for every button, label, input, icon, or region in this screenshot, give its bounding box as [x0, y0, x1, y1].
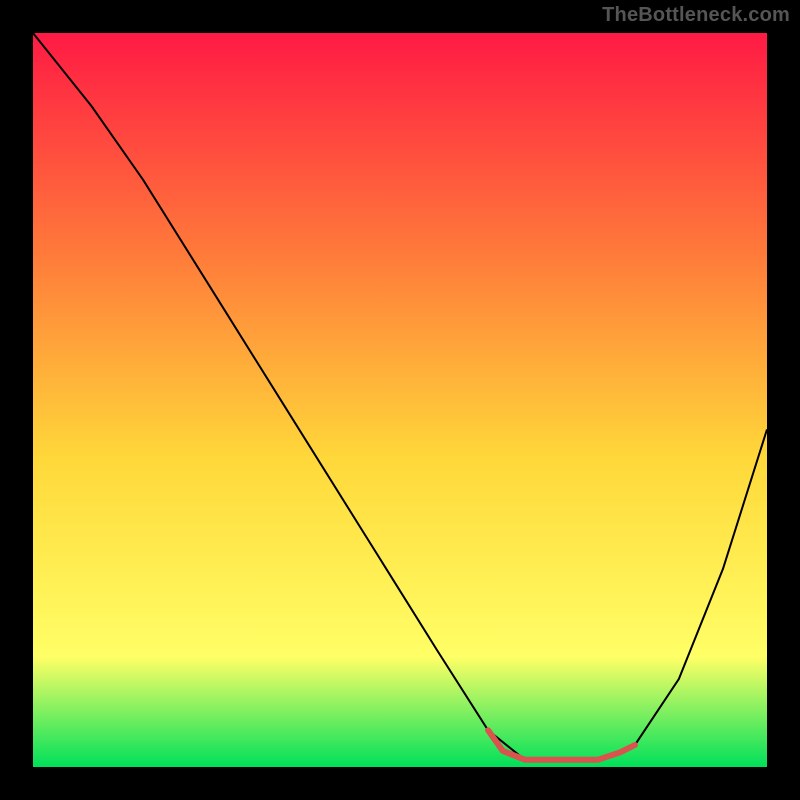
watermark-text: TheBottleneck.com: [602, 4, 790, 27]
plot-area: [33, 33, 767, 767]
chart-svg: [33, 33, 767, 767]
gradient-background: [33, 33, 767, 767]
chart-frame: TheBottleneck.com: [0, 0, 800, 800]
